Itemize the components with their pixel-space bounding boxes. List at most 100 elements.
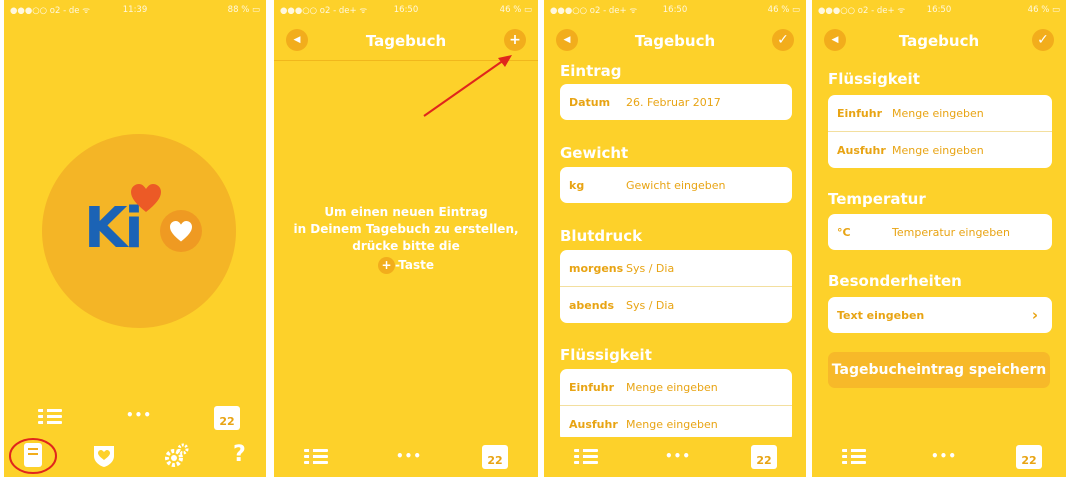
weight-unit-label: kg xyxy=(569,179,585,192)
clock-label: 16:50 xyxy=(393,5,419,15)
diary-entry-screen: ●●●○○ o2 - de+ ᯤ 16:50 46 % ▭ ◀ Tagebuch… xyxy=(544,0,806,477)
bp-evening-input[interactable]: Sys / Dia xyxy=(626,299,674,312)
settings-gear-icon[interactable] xyxy=(164,442,190,468)
chevron-right-icon: › xyxy=(1031,306,1038,324)
date-card: Datum 26. Februar 2017 xyxy=(560,84,792,120)
bp-evening-label: abends xyxy=(569,299,615,312)
status-bar: ●●●○○ o2 - de+ ᯤ 16:50 46 % ▭ xyxy=(544,0,806,18)
tab-bar: ••• 22 xyxy=(812,437,1066,477)
logo-o-circle xyxy=(160,210,202,252)
fluid-intake-label: Einfuhr xyxy=(837,107,882,120)
page-title: Tagebuch xyxy=(898,32,980,50)
section-title-gewicht: Gewicht xyxy=(560,144,629,162)
battery-label: 88 % ▭ xyxy=(227,5,260,15)
fluid-output-label: Ausfuhr xyxy=(569,418,618,431)
logo-white-heart-icon xyxy=(170,221,192,242)
bp-morning-field[interactable]: morgens Sys / Dia xyxy=(560,250,792,286)
nav-bar: ◀ Tagebuch ✓ xyxy=(812,18,1066,60)
bp-morning-input[interactable]: Sys / Dia xyxy=(626,262,674,275)
empty-message-line: + -Taste xyxy=(274,257,538,274)
taste-label: -Taste xyxy=(395,258,434,272)
battery-label: 46 % ▭ xyxy=(1027,5,1060,15)
empty-message-line: in Deinem Tagebuch zu erstellen, xyxy=(293,222,519,236)
highlight-circle xyxy=(9,438,57,474)
logo-heart-icon xyxy=(131,184,161,212)
home-screen: ●●●○○ o2 - de ᯤ 11:39 88 % ▭ Ki ••• 22 ? xyxy=(4,0,266,477)
bp-morning-label: morgens xyxy=(569,262,624,275)
fluid-output-input[interactable]: Menge eingeben xyxy=(892,144,984,157)
calendar-day: 22 xyxy=(756,454,772,467)
list-icon[interactable] xyxy=(304,449,328,465)
confirm-button[interactable]: ✓ xyxy=(772,29,794,51)
confirm-button[interactable]: ✓ xyxy=(1032,29,1054,51)
more-icon[interactable]: ••• xyxy=(665,449,691,463)
weight-card: kg Gewicht eingeben xyxy=(560,167,792,203)
temperature-unit-label: °C xyxy=(837,226,851,239)
calendar-icon[interactable]: 22 xyxy=(1016,445,1042,469)
empty-message-line: drücke bitte die xyxy=(352,239,460,253)
tab-bar: ••• 22 xyxy=(544,437,806,477)
notes-input[interactable]: Text eingeben xyxy=(837,309,924,322)
page-title: Tagebuch xyxy=(634,32,716,50)
fluid-intake-input[interactable]: Menge eingeben xyxy=(626,381,718,394)
status-bar: ●●●○○ o2 - de+ ᯤ 16:50 46 % ▭ xyxy=(274,0,538,18)
empty-message-line: Um einen neuen Eintrag xyxy=(324,205,488,219)
more-icon[interactable]: ••• xyxy=(931,449,957,463)
fluid-intake-label: Einfuhr xyxy=(569,381,614,394)
calendar-icon[interactable]: 22 xyxy=(751,445,777,469)
calendar-day: 22 xyxy=(219,415,235,428)
temperature-field[interactable]: °C Temperatur eingeben xyxy=(828,214,1052,250)
list-icon[interactable] xyxy=(38,409,62,425)
diary-entry-screen-scrolled: ●●●○○ o2 - de+ ᯤ 16:50 46 % ▭ ◀ Tagebuch… xyxy=(812,0,1066,477)
save-entry-button[interactable]: Tagebucheintrag speichern xyxy=(828,352,1050,388)
notes-field[interactable]: Text eingeben › xyxy=(828,297,1052,333)
tab-bar: ••• 22 xyxy=(274,437,538,477)
blood-pressure-card: morgens Sys / Dia abends Sys / Dia xyxy=(560,250,792,323)
fluid-card: Einfuhr Menge eingeben Ausfuhr Menge ein… xyxy=(828,95,1052,168)
help-icon[interactable]: ? xyxy=(233,442,246,467)
weight-input[interactable]: Gewicht eingeben xyxy=(626,179,725,192)
empty-state-message: Um einen neuen Eintrag in Deinem Tagebuc… xyxy=(274,204,538,274)
calendar-day: 22 xyxy=(487,454,503,467)
fluid-output-field[interactable]: Ausfuhr Menge eingeben xyxy=(828,131,1052,168)
add-entry-button[interactable]: + xyxy=(504,29,526,51)
list-icon[interactable] xyxy=(574,449,598,465)
list-icon[interactable] xyxy=(842,449,866,465)
battery-label: 46 % ▭ xyxy=(499,5,532,15)
section-title-fluessigkeit: Flüssigkeit xyxy=(828,70,920,88)
calendar-icon[interactable]: 22 xyxy=(482,445,508,469)
section-title-besonderheiten: Besonderheiten xyxy=(828,272,962,290)
bp-evening-field[interactable]: abends Sys / Dia xyxy=(560,286,792,323)
section-title-fluessigkeit: Flüssigkeit xyxy=(560,346,652,364)
date-row[interactable]: Datum 26. Februar 2017 xyxy=(560,84,792,120)
more-icon[interactable]: ••• xyxy=(126,408,152,422)
more-icon[interactable]: ••• xyxy=(396,449,422,463)
fluid-intake-field[interactable]: Einfuhr Menge eingeben xyxy=(560,369,792,405)
calendar-day: 22 xyxy=(1021,454,1037,467)
section-title-blutdruck: Blutdruck xyxy=(560,227,643,245)
heart-shield-icon[interactable] xyxy=(91,444,117,468)
calendar-icon[interactable]: 22 xyxy=(214,406,240,430)
date-value: 26. Februar 2017 xyxy=(626,96,721,109)
fluid-output-input[interactable]: Menge eingeben xyxy=(626,418,718,431)
temperature-input[interactable]: Temperatur eingeben xyxy=(892,226,1010,239)
nav-bar: ◀ Tagebuch ✓ xyxy=(544,18,806,60)
diary-empty-screen: ●●●○○ o2 - de+ ᯤ 16:50 46 % ▭ ◀ Tagebuch… xyxy=(274,0,538,477)
fluid-intake-field[interactable]: Einfuhr Menge eingeben xyxy=(828,95,1052,131)
fluid-output-label: Ausfuhr xyxy=(837,144,886,157)
weight-field[interactable]: kg Gewicht eingeben xyxy=(560,167,792,203)
logo-circle: Ki xyxy=(42,134,236,328)
section-title-eintrag: Eintrag xyxy=(560,62,622,80)
fluid-card: Einfuhr Menge eingeben Ausfuhr Menge ein… xyxy=(560,369,792,442)
notes-card: Text eingeben › xyxy=(828,297,1052,333)
section-title-temperatur: Temperatur xyxy=(828,190,926,208)
battery-label: 46 % ▭ xyxy=(767,5,800,15)
page-title: Tagebuch xyxy=(365,32,447,50)
annotation-arrow xyxy=(423,55,512,117)
status-bar: ●●●○○ o2 - de ᯤ 11:39 88 % ▭ xyxy=(4,0,266,18)
plus-inline-icon: + xyxy=(378,257,395,274)
temperature-card: °C Temperatur eingeben xyxy=(828,214,1052,250)
status-bar: ●●●○○ o2 - de+ ᯤ 16:50 46 % ▭ xyxy=(812,0,1066,18)
fluid-intake-input[interactable]: Menge eingeben xyxy=(892,107,984,120)
date-label: Datum xyxy=(569,96,611,109)
